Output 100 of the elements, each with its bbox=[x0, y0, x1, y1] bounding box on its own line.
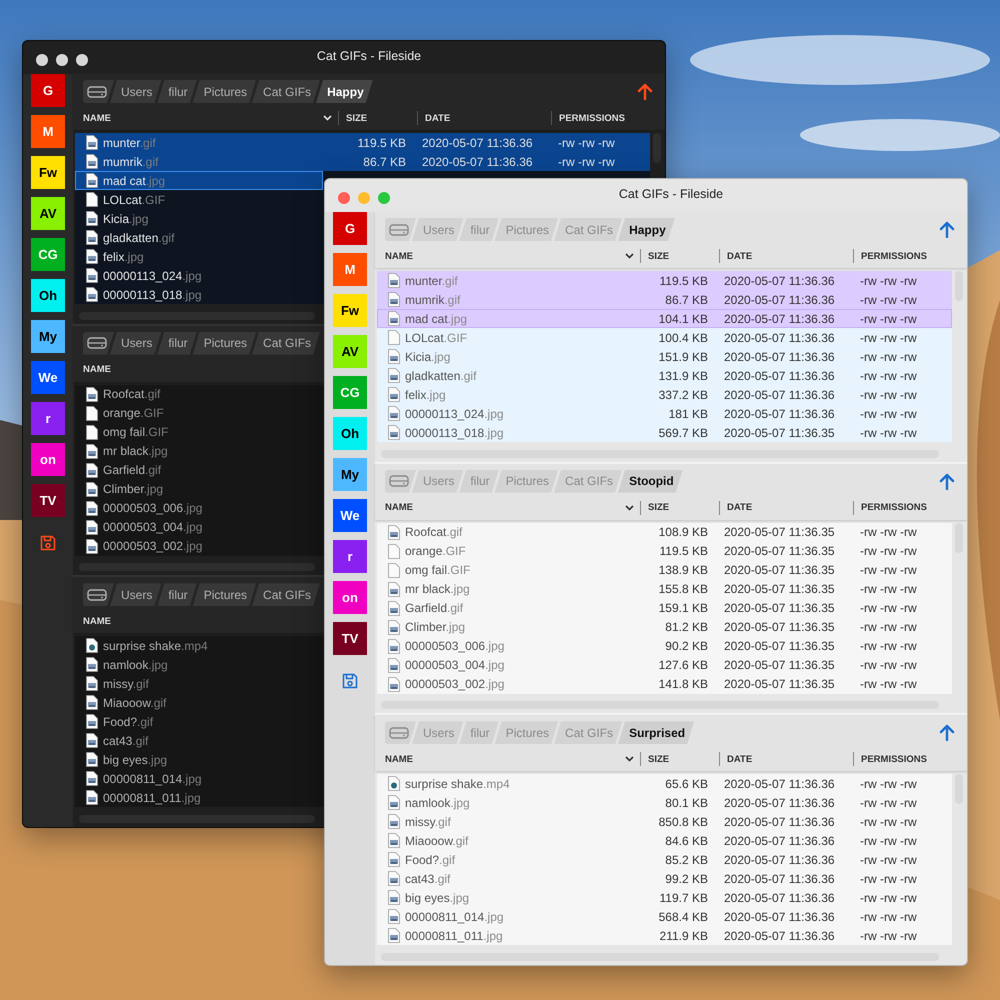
tag-shortcut[interactable]: TV bbox=[333, 622, 367, 655]
column-header[interactable]: NAME bbox=[385, 754, 413, 765]
column-header[interactable]: PERMISSIONS bbox=[861, 754, 927, 765]
file-row[interactable]: felix.jpg bbox=[75, 247, 323, 266]
tag-shortcut[interactable]: G bbox=[31, 74, 65, 107]
sort-caret-icon[interactable] bbox=[625, 504, 634, 511]
file-row[interactable]: missy.gif bbox=[75, 674, 323, 694]
tag-shortcut[interactable]: We bbox=[333, 499, 367, 532]
tag-shortcut[interactable]: TV bbox=[31, 484, 65, 517]
file-row[interactable]: 00000503_004.jpg bbox=[75, 518, 323, 537]
tag-shortcut[interactable]: Fw bbox=[31, 156, 65, 189]
column-header[interactable]: SIZE bbox=[648, 250, 670, 262]
column-header[interactable]: SIZE bbox=[346, 112, 368, 124]
tag-shortcut[interactable]: Oh bbox=[31, 279, 65, 312]
file-row[interactable]: Kicia.jpg bbox=[75, 209, 323, 228]
up-arrow-icon[interactable] bbox=[939, 724, 955, 742]
tag-shortcut[interactable]: on bbox=[31, 443, 65, 476]
tag-shortcut[interactable]: r bbox=[31, 402, 65, 435]
file-row[interactable]: LOLcat.GIF 100.4 KB 2020-05-07 11:36.36 -rw -rw -rw bbox=[377, 328, 952, 347]
column-header[interactable]: PERMISSIONS bbox=[861, 250, 927, 262]
breadcrumb[interactable]: Happy bbox=[316, 80, 373, 103]
file-row[interactable]: missy.gif 850.8 KB 2020-05-07 11:36.36 -rw -rw -rw bbox=[377, 812, 952, 832]
column-header[interactable]: NAME bbox=[385, 502, 413, 514]
file-row[interactable]: orange.GIF 119.5 KB 2020-05-07 11:36.35 -rw -rw -rw bbox=[377, 542, 952, 561]
file-row[interactable]: 00000503_002.jpg 141.8 KB 2020-05-07 11:36.35 -rw -rw -rw bbox=[377, 674, 952, 694]
file-row[interactable]: Climber.jpg 81.2 KB 2020-05-07 11:36.35 -rw -rw -rw bbox=[377, 618, 952, 637]
column-header[interactable]: DATE bbox=[727, 250, 752, 262]
tag-shortcut[interactable]: My bbox=[31, 320, 65, 353]
column-header[interactable]: SIZE bbox=[648, 754, 670, 765]
file-row[interactable]: 00000113_024.jpg bbox=[75, 266, 323, 285]
column-header[interactable]: DATE bbox=[727, 502, 752, 514]
file-row[interactable]: big eyes.jpg bbox=[75, 750, 323, 770]
file-row[interactable]: mad cat.jpg bbox=[75, 171, 323, 190]
breadcrumb[interactable]: filur bbox=[157, 80, 197, 103]
breadcrumb[interactable]: Pictures bbox=[192, 80, 256, 103]
tag-shortcut[interactable]: Fw bbox=[333, 294, 367, 327]
breadcrumb[interactable]: filur bbox=[157, 583, 197, 606]
file-row[interactable]: Food?.gif 85.2 KB 2020-05-07 11:36.36 -rw -rw -rw bbox=[377, 850, 952, 870]
breadcrumb[interactable]: Stoopid bbox=[618, 470, 683, 493]
file-row[interactable]: mad cat.jpg 104.1 KB 2020-05-07 11:36.36 -rw -rw -rw bbox=[377, 309, 952, 328]
minimize-button[interactable] bbox=[56, 54, 68, 66]
file-row[interactable]: 00000811_014.jpg 568.4 KB 2020-05-07 11:36.36 -rw -rw -rw bbox=[377, 907, 952, 926]
zoom-button[interactable] bbox=[76, 54, 88, 66]
file-row[interactable]: gladkatten.gif bbox=[75, 228, 323, 247]
up-arrow-icon[interactable] bbox=[939, 221, 955, 238]
file-row[interactable]: cat43.gif 99.2 KB 2020-05-07 11:36.36 -rw -rw -rw bbox=[377, 869, 952, 888]
file-row[interactable]: 00000503_004.jpg 127.6 KB 2020-05-07 11:36.35 -rw -rw -rw bbox=[377, 656, 952, 675]
save-icon[interactable] bbox=[40, 535, 56, 551]
file-row[interactable]: namlook.jpg 80.1 KB 2020-05-07 11:36.36 -rw -rw -rw bbox=[377, 793, 952, 812]
column-header[interactable]: SIZE bbox=[648, 502, 670, 514]
tag-shortcut[interactable]: AV bbox=[333, 335, 367, 368]
file-row[interactable]: 00000503_006.jpg bbox=[75, 498, 323, 518]
file-row[interactable]: 00000113_018.jpg 569.7 KB 2020-05-07 11:36.35 -rw -rw -rw bbox=[377, 423, 952, 442]
column-header[interactable]: PERMISSIONS bbox=[861, 502, 927, 514]
breadcrumb[interactable]: Cat GIFs bbox=[252, 80, 320, 103]
sort-caret-icon[interactable] bbox=[625, 756, 634, 762]
breadcrumb[interactable]: Cat GIFs bbox=[252, 583, 320, 606]
file-row[interactable]: namlook.jpg bbox=[75, 655, 323, 674]
breadcrumb[interactable]: Users bbox=[110, 332, 162, 355]
tag-shortcut[interactable]: G bbox=[333, 212, 367, 245]
breadcrumb[interactable]: Cat GIFs bbox=[252, 332, 320, 355]
tag-shortcut[interactable]: We bbox=[31, 361, 65, 394]
file-row[interactable]: 00000811_011.jpg bbox=[75, 788, 323, 808]
tag-shortcut[interactable]: on bbox=[333, 581, 367, 614]
column-header[interactable]: DATE bbox=[425, 112, 450, 124]
file-row[interactable]: 00000113_024.jpg 181 KB 2020-05-07 11:36.36 -rw -rw -rw bbox=[377, 404, 952, 423]
file-row[interactable]: munter.gif 119.5 KB 2020-05-07 11:36.36 -rw -rw -rw bbox=[377, 271, 952, 290]
close-button[interactable] bbox=[36, 54, 48, 66]
file-row[interactable]: cat43.gif bbox=[75, 731, 323, 750]
up-arrow-icon[interactable] bbox=[939, 472, 955, 490]
up-arrow-icon[interactable] bbox=[637, 83, 653, 100]
column-header[interactable]: NAME bbox=[83, 616, 111, 627]
file-row[interactable]: 00000113_018.jpg bbox=[75, 285, 323, 304]
file-row[interactable]: 00000811_014.jpg bbox=[75, 769, 323, 788]
breadcrumb[interactable]: Surprised bbox=[618, 721, 694, 744]
file-row[interactable]: big eyes.jpg 119.7 KB 2020-05-07 11:36.36 -rw -rw -rw bbox=[377, 888, 952, 908]
drive-crumb[interactable] bbox=[83, 332, 114, 355]
drive-crumb[interactable] bbox=[83, 583, 114, 606]
tag-shortcut[interactable]: My bbox=[333, 458, 367, 491]
file-row[interactable]: Garfield.gif bbox=[75, 460, 323, 480]
file-row[interactable]: mr black.jpg 155.8 KB 2020-05-07 11:36.35 -rw -rw -rw bbox=[377, 580, 952, 599]
file-row[interactable]: felix.jpg 337.2 KB 2020-05-07 11:36.36 -rw -rw -rw bbox=[377, 385, 952, 404]
column-header[interactable]: DATE bbox=[727, 754, 752, 765]
breadcrumb[interactable]: Users bbox=[110, 80, 162, 103]
file-row[interactable]: gladkatten.gif 131.9 KB 2020-05-07 11:36.36 -rw -rw -rw bbox=[377, 366, 952, 385]
file-row[interactable]: Roofcat.gif 108.9 KB 2020-05-07 11:36.35 -rw -rw -rw bbox=[377, 522, 952, 542]
save-icon[interactable] bbox=[342, 673, 358, 689]
tag-shortcut[interactable]: AV bbox=[31, 197, 65, 230]
file-row[interactable]: omg fail.GIF 138.9 KB 2020-05-07 11:36.35 -rw -rw -rw bbox=[377, 560, 952, 580]
breadcrumb[interactable]: Users bbox=[110, 583, 162, 606]
file-row[interactable]: 00000503_002.jpg bbox=[75, 536, 323, 556]
file-row[interactable]: Climber.jpg bbox=[75, 480, 323, 499]
file-row[interactable]: surprise shake.mp4 65.6 KB 2020-05-07 11:36.36 -rw -rw -rw bbox=[377, 774, 952, 794]
file-row[interactable]: Miaooow.gif bbox=[75, 693, 323, 712]
file-row[interactable]: LOLcat.GIF bbox=[75, 190, 323, 209]
file-row[interactable]: mumrik.gif 86.7 KB 2020-05-07 11:36.36 -rw -rw -rw bbox=[377, 290, 952, 309]
column-header[interactable]: NAME bbox=[385, 250, 413, 262]
file-row[interactable]: Miaooow.gif 84.6 KB 2020-05-07 11:36.36 -rw -rw -rw bbox=[377, 831, 952, 850]
column-header[interactable]: NAME bbox=[83, 364, 111, 376]
sort-caret-icon[interactable] bbox=[625, 253, 634, 259]
